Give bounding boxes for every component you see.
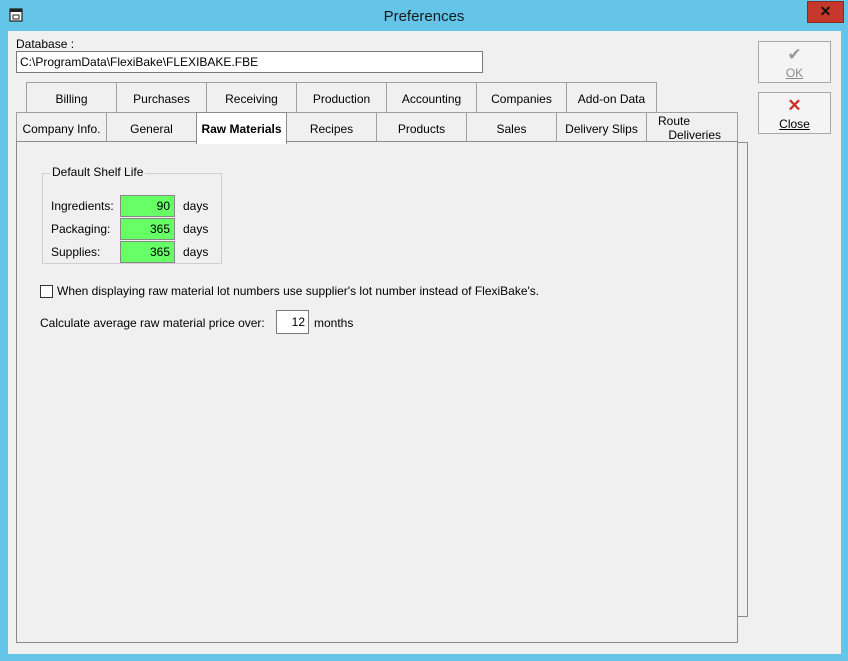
supplier-lot-number-label[interactable]: When displaying raw material lot numbers… — [57, 284, 539, 298]
default-shelf-life-group: Default Shelf Life Ingredients: 90 days … — [42, 165, 222, 264]
ok-button[interactable]: ✔ OK — [758, 41, 831, 83]
tab-general[interactable]: General — [106, 112, 197, 143]
ingredients-label: Ingredients: — [51, 199, 114, 213]
raw-materials-panel: Default Shelf Life Ingredients: 90 days … — [16, 141, 738, 643]
tab-accounting[interactable]: Accounting — [386, 82, 477, 113]
tab-route-deliveries[interactable]: Route Deliveries — [646, 112, 738, 143]
preferences-window: Preferences ✕ Database : C:\ProgramData\… — [0, 0, 848, 661]
supplies-label: Supplies: — [51, 245, 101, 259]
close-icon: ✕ — [819, 3, 832, 19]
group-title: Default Shelf Life — [50, 165, 146, 179]
database-label: Database : — [16, 37, 75, 51]
supplies-days-field[interactable]: 365 — [120, 241, 175, 263]
tab-route-label-2: Deliveries — [668, 128, 721, 142]
window-title: Preferences — [383, 8, 465, 25]
tab-billing[interactable]: Billing — [26, 82, 117, 113]
close-x-icon: ✕ — [787, 96, 802, 115]
ok-button-label: OK — [785, 66, 804, 80]
close-button-label: Close — [779, 117, 810, 131]
close-button[interactable]: ✕ Close — [758, 92, 831, 134]
database-path-field[interactable]: C:\ProgramData\FlexiBake\FLEXIBAKE.FBE — [16, 51, 483, 73]
tab-delivery-slips[interactable]: Delivery Slips — [556, 112, 647, 143]
checkmark-icon: ✔ — [787, 45, 802, 64]
tab-route-label-1: Route — [658, 114, 691, 128]
days-unit: days — [183, 222, 209, 236]
tab-add-on-data[interactable]: Add-on Data — [566, 82, 657, 113]
months-unit: months — [314, 316, 354, 330]
supplier-lot-number-checkbox[interactable] — [40, 285, 53, 298]
tab-companies[interactable]: Companies — [476, 82, 567, 113]
title-bar[interactable]: Preferences ✕ — [0, 0, 848, 32]
tab-raw-materials[interactable]: Raw Materials — [196, 112, 287, 144]
days-unit: days — [183, 245, 209, 259]
avg-price-label: Calculate average raw material price ove… — [40, 316, 265, 330]
tab-panel-edge — [737, 142, 748, 617]
dialog-client-area: Database : C:\ProgramData\FlexiBake\FLEX… — [8, 31, 841, 654]
tab-company-info[interactable]: Company Info. — [16, 112, 107, 143]
tab-purchases[interactable]: Purchases — [116, 82, 207, 113]
window-close-button[interactable]: ✕ — [807, 1, 844, 23]
packaging-days-field[interactable]: 365 — [120, 218, 175, 240]
tab-recipes[interactable]: Recipes — [286, 112, 377, 143]
tab-sales[interactable]: Sales — [466, 112, 557, 143]
ingredients-days-field[interactable]: 90 — [120, 195, 175, 217]
days-unit: days — [183, 199, 209, 213]
packaging-label: Packaging: — [51, 222, 111, 236]
tab-production[interactable]: Production — [296, 82, 387, 113]
tab-receiving[interactable]: Receiving — [206, 82, 297, 113]
tab-products[interactable]: Products — [376, 112, 467, 143]
avg-price-months-field[interactable]: 12 — [276, 310, 309, 334]
